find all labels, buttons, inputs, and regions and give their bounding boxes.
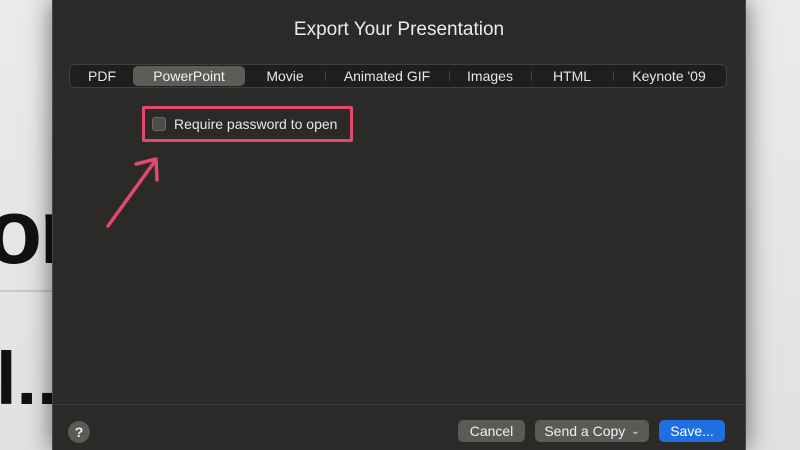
save-button[interactable]: Save...: [659, 420, 725, 442]
question-mark-icon: ?: [74, 424, 84, 440]
dialog-title: Export Your Presentation: [293, 19, 505, 40]
tab-images[interactable]: Images: [449, 66, 531, 86]
background-divider: [0, 290, 60, 292]
tab-powerpoint[interactable]: PowerPoint: [133, 66, 245, 86]
help-button[interactable]: ?: [68, 421, 90, 443]
chevron-down-icon: ⌄: [631, 425, 640, 437]
annotation-highlight-box: [142, 106, 353, 142]
send-a-copy-button[interactable]: Send a Copy ⌄: [535, 420, 649, 442]
tab-movie[interactable]: Movie: [245, 66, 325, 86]
export-dialog: Export Your Presentation PDF PowerPoint …: [52, 0, 746, 450]
tab-html[interactable]: HTML: [531, 66, 613, 86]
export-format-tabs: PDF PowerPoint Movie Animated GIF Images…: [69, 64, 727, 88]
tab-keynote-09[interactable]: Keynote '09: [613, 66, 725, 86]
tab-animated-gif[interactable]: Animated GIF: [325, 66, 449, 86]
footer-divider: [53, 404, 745, 405]
tab-pdf[interactable]: PDF: [71, 66, 133, 86]
cancel-button[interactable]: Cancel: [458, 420, 525, 442]
send-a-copy-label: Send a Copy: [544, 423, 626, 439]
